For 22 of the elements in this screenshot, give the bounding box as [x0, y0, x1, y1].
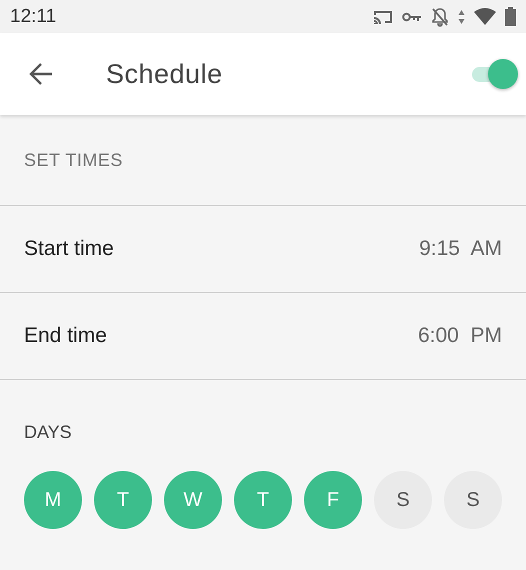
cast-icon	[373, 8, 393, 24]
day-button[interactable]: M	[24, 471, 82, 529]
time-value[interactable]: 9:15 AM	[419, 237, 502, 261]
key-icon	[402, 12, 422, 22]
wifi-icon	[474, 8, 496, 25]
back-arrow-icon[interactable]	[28, 61, 54, 87]
setting-label: Start time	[24, 237, 114, 261]
day-button[interactable]: T	[234, 471, 292, 529]
battery-icon	[505, 7, 516, 26]
day-button[interactable]: S	[374, 471, 432, 529]
screen-title: Schedule	[106, 58, 223, 90]
day-button[interactable]: S	[444, 471, 502, 529]
bell-off-icon	[431, 6, 449, 26]
day-button[interactable]: T	[94, 471, 152, 529]
time-value[interactable]: 6:00 PM	[418, 324, 502, 348]
section-header: SET TIMES	[23, 148, 124, 172]
day-button[interactable]: F	[304, 471, 362, 529]
day-button[interactable]: W	[164, 471, 222, 529]
section-header: DAYS	[23, 421, 73, 443]
data-arrows-icon	[458, 8, 465, 24]
status-time: 12:11	[10, 6, 56, 28]
setting-label: End time	[24, 324, 107, 348]
